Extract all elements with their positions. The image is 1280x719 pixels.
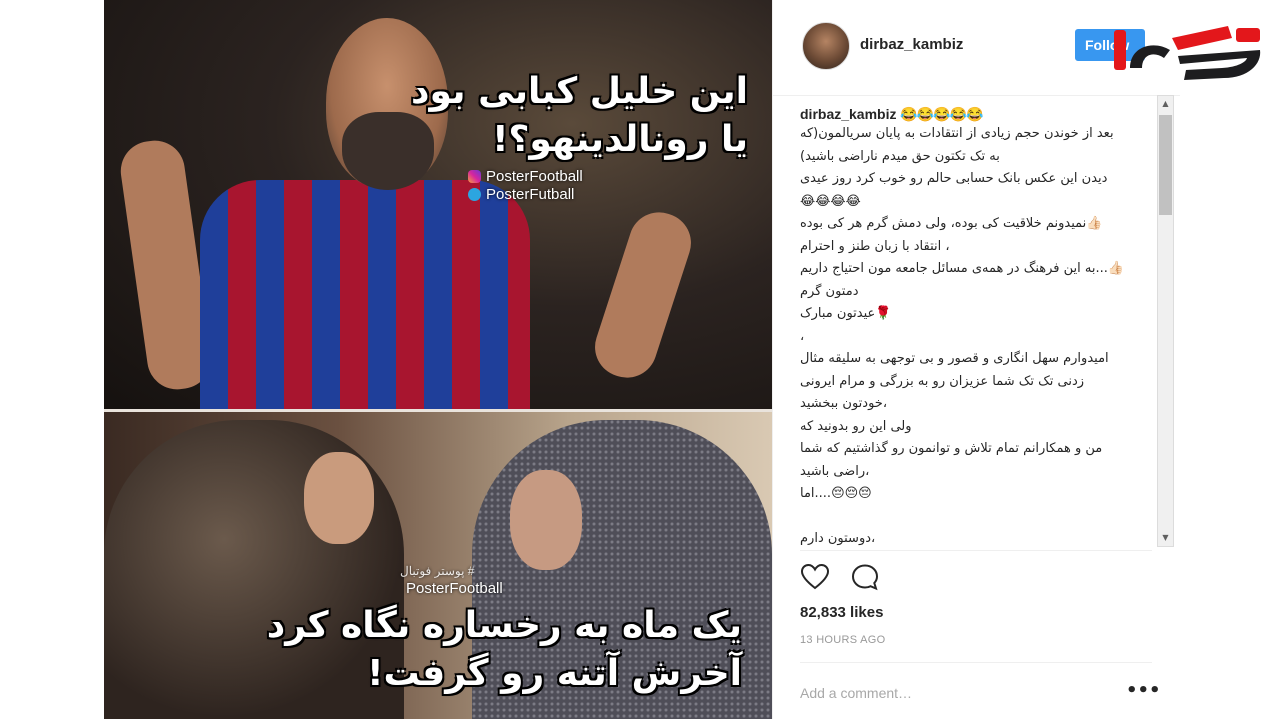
caption-line: ، انتقاد با زبان طنز و احترام xyxy=(800,238,950,254)
telegram-icon xyxy=(468,188,481,201)
caption-line xyxy=(800,506,1152,529)
player-jersey xyxy=(200,180,530,415)
post-timestamp[interactable]: 13 HOURS AGO xyxy=(800,634,886,646)
caption-line: 👍🏻نمیدونم خلاقیت کی بوده، ولی دمش گرم هر… xyxy=(800,216,1103,231)
comment-divider xyxy=(800,662,1152,663)
caption-line: ، xyxy=(800,328,805,344)
caption-line: ،راضی باشید xyxy=(800,463,870,479)
comment-icon[interactable] xyxy=(850,563,880,591)
add-comment-input[interactable] xyxy=(800,682,1100,704)
post-image[interactable]: این خلیل کبابی بود یا رونالدینهو؟! Poste… xyxy=(104,0,772,719)
news-logo xyxy=(1114,26,1261,80)
watermark-telegram: PosterFutball xyxy=(468,186,574,203)
likes-count[interactable]: 82,833 likes xyxy=(800,604,883,621)
caption-line: 🌹عیدتون مبارک xyxy=(800,306,892,321)
more-options-button[interactable]: ••• xyxy=(1126,680,1161,701)
caption-line: به تک تکتون حق میدم ناراضی باشید) xyxy=(800,148,1000,164)
watermark-telegram-text: PosterFutball xyxy=(486,186,575,203)
heart-icon[interactable] xyxy=(800,563,830,591)
caption-line: دیدن این عکس بانک حسابی حالم رو خوب کرد … xyxy=(800,171,1108,186)
caption-emoji: 😂😂😂😂😂 xyxy=(900,106,983,122)
caption-line: 😔😔😔....اما xyxy=(800,486,872,501)
meme-caption-top: این خلیل کبابی بود یا رونالدینهو؟! xyxy=(388,68,748,164)
caption-line: 👍🏻...به این فرهنگ در همه‌ی مسائل جامعه م… xyxy=(800,261,1125,276)
scroll-down-arrow-icon[interactable]: ▼ xyxy=(1157,530,1174,546)
caption-line: امیدوارم سهل انگاری و قصور و بی توجهی به… xyxy=(800,351,1109,366)
actions-divider xyxy=(800,550,1152,551)
caption-line: ،دوستون دارم xyxy=(800,531,876,546)
watermark-bottom: PosterFootball xyxy=(406,580,503,597)
header-divider xyxy=(772,95,1180,96)
woman-left-face xyxy=(304,452,374,544)
watermark-fa: # پوستر فوتبال xyxy=(400,564,475,578)
caption-username-row: dirbaz_kambiz 😂😂😂😂😂 xyxy=(800,106,1152,123)
post-username[interactable]: dirbaz_kambiz xyxy=(860,36,963,53)
caption-line: 😂😂😂😂 xyxy=(800,193,861,209)
watermark-instagram-text: PosterFootball xyxy=(486,168,583,185)
meme-caption-bottom-line2: آخرش آتنه رو گرفت! xyxy=(367,653,742,694)
avatar[interactable] xyxy=(802,22,850,70)
woman-right-face xyxy=(510,470,582,570)
instagram-icon xyxy=(468,170,481,183)
scroll-up-arrow-icon[interactable]: ▲ xyxy=(1157,96,1174,112)
watermark-instagram: PosterFootball xyxy=(468,168,583,185)
caption-line: زدنی تک تک شما عزیزان رو به بزرگی و مرام… xyxy=(800,373,1085,389)
caption-username[interactable]: dirbaz_kambiz xyxy=(800,106,896,122)
meme-caption-bottom-line1: یک ماه به رخساره نگاه کرد xyxy=(266,605,742,646)
scrollbar-thumb[interactable] xyxy=(1159,115,1172,215)
meme-caption-top-line2: یا رونالدینهو؟! xyxy=(492,119,748,160)
caption-line: دمتون گرم xyxy=(800,283,859,299)
caption-lines: بعد از خوندن حجم زیادی از انتقادات به پا… xyxy=(800,123,1152,546)
caption-line: ولی این رو بدونید که xyxy=(800,418,912,434)
caption-line: ،خودتون ببخشید xyxy=(800,396,888,411)
caption-line: بعد از خوندن حجم زیادی از انتقادات به پا… xyxy=(800,126,1114,141)
caption-line: من و همکارانم تمام تلاش و توانمون رو گذا… xyxy=(800,441,1103,456)
meme-caption-top-line1: این خلیل کبابی بود xyxy=(411,71,748,112)
caption-comment: dirbaz_kambiz 😂😂😂😂😂 بعد از خوندن حجم زیا… xyxy=(800,106,1152,546)
meme-caption-bottom: یک ماه به رخساره نگاه کرد آخرش آتنه رو گ… xyxy=(182,602,742,698)
